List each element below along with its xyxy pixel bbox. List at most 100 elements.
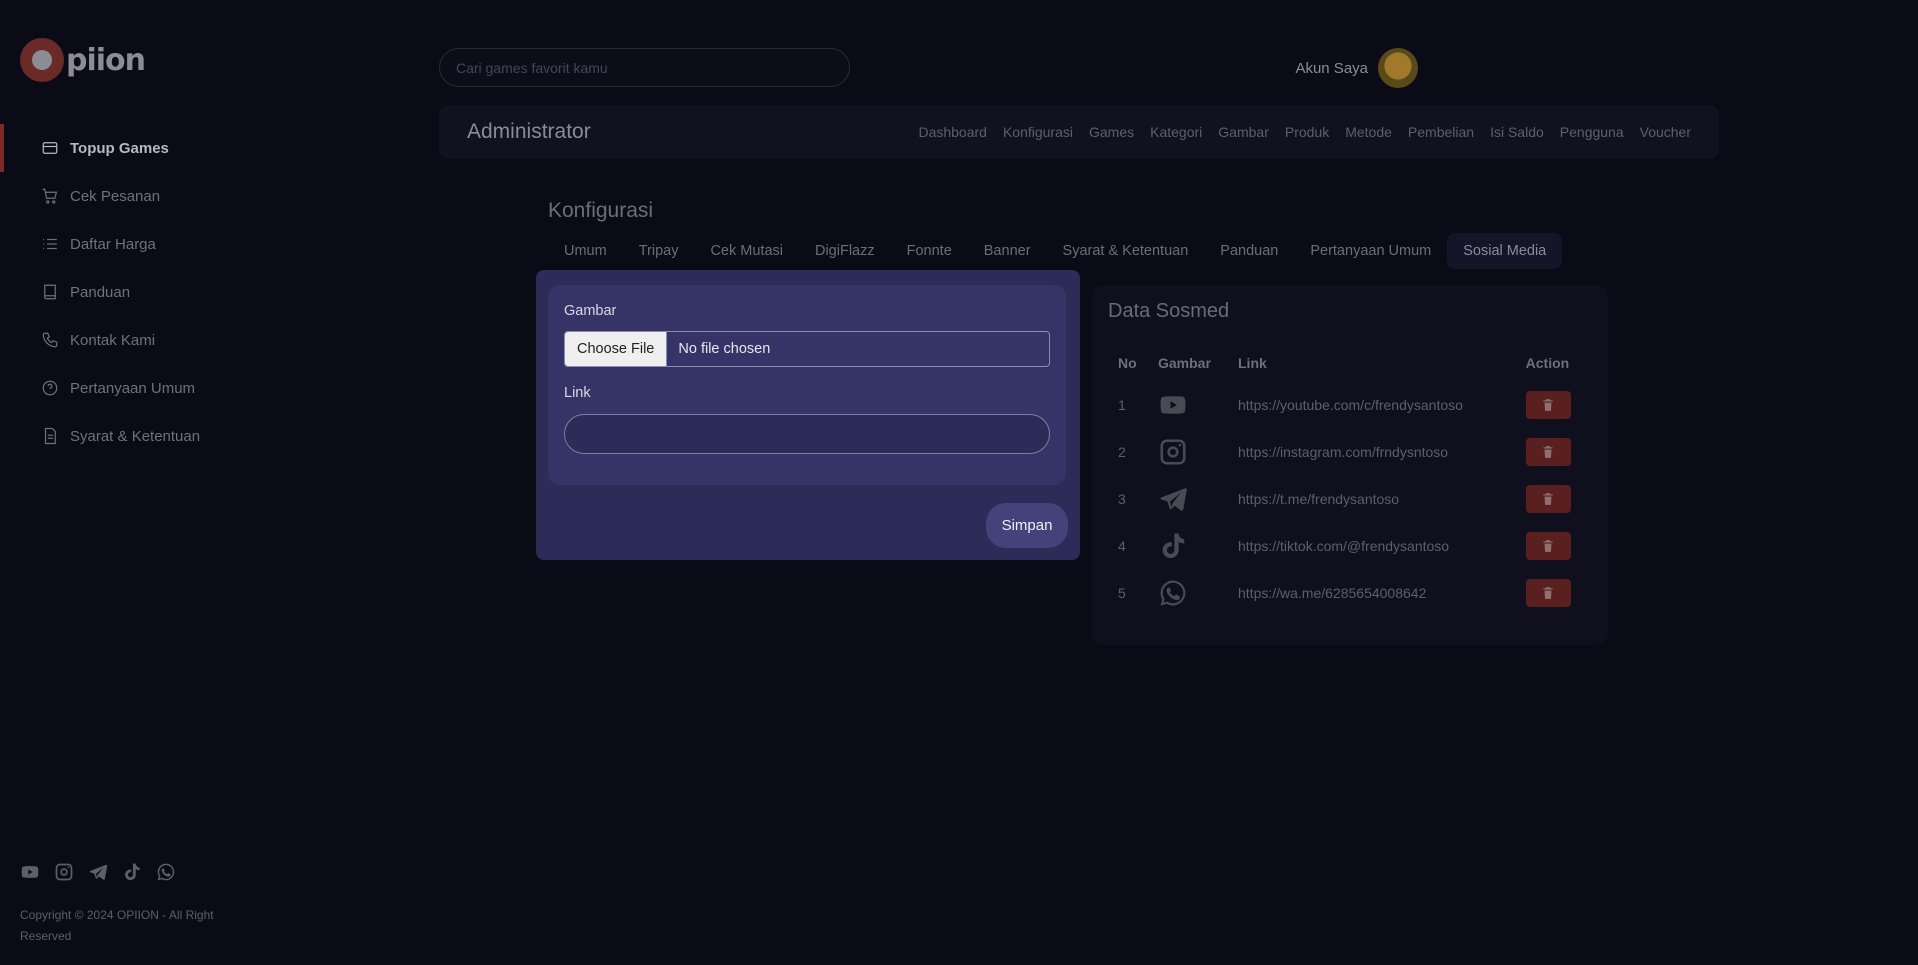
book-icon xyxy=(40,282,60,302)
delete-button[interactable] xyxy=(1525,484,1571,513)
row-image xyxy=(1148,428,1228,475)
row-link: https://youtube.com/c/frendysantoso xyxy=(1238,396,1463,413)
save-button[interactable]: Simpan xyxy=(986,503,1068,548)
row-link: https://t.me/frendysantoso xyxy=(1238,490,1400,507)
tab-cek-mutasi[interactable]: Cek Mutasi xyxy=(694,233,799,269)
tab-syarat-ketentuan[interactable]: Syarat & Ketentuan xyxy=(1047,233,1205,269)
trash-icon xyxy=(1541,445,1555,459)
sidebar-item-topup-games[interactable]: Topup Games xyxy=(0,124,260,172)
trash-icon xyxy=(1541,586,1555,600)
delete-button[interactable] xyxy=(1525,578,1571,607)
logo-icon xyxy=(20,38,64,82)
admin-link-isi-saldo[interactable]: Isi Saldo xyxy=(1490,124,1544,140)
whatsapp-icon[interactable] xyxy=(156,862,176,887)
youtube-icon[interactable] xyxy=(20,862,40,887)
admin-link-konfigurasi[interactable]: Konfigurasi xyxy=(1003,124,1073,140)
tab-fonnte[interactable]: Fonnte xyxy=(891,233,968,269)
brand-logo[interactable]: piion xyxy=(20,38,146,82)
sidebar-item-panduan[interactable]: Panduan xyxy=(0,268,260,316)
image-file-input[interactable]: Choose File No file chosen xyxy=(564,331,1050,367)
sidebar-item-label: Panduan xyxy=(70,283,131,301)
table-header-row: No Gambar Link Action xyxy=(1108,345,1592,381)
admin-link-pembelian[interactable]: Pembelian xyxy=(1408,124,1474,140)
row-link: https://wa.me/6285654008642 xyxy=(1238,584,1427,601)
copyright-text: Copyright © 2024 OPIION - All Right Rese… xyxy=(20,908,214,943)
tab-tripay[interactable]: Tripay xyxy=(623,233,695,269)
table-row: 5 https://wa.me/6285654008642 xyxy=(1108,569,1592,616)
tab-banner[interactable]: Banner xyxy=(968,233,1047,269)
tab-sosial-media[interactable]: Sosial Media xyxy=(1447,233,1563,269)
sidebar-item-label: Kontak Kami xyxy=(70,331,156,349)
row-number: 4 xyxy=(1118,537,1126,554)
sidebar-item-label: Pertanyaan Umum xyxy=(70,379,196,397)
sidebar-item-pertanyaan-umum[interactable]: Pertanyaan Umum xyxy=(0,364,260,412)
column-header-action: Action xyxy=(1525,355,1570,371)
tiktok-icon[interactable] xyxy=(122,862,142,887)
sidebar-item-cek-pesanan[interactable]: Cek Pesanan xyxy=(0,172,260,220)
sidebar-item-syarat-ketentuan[interactable]: Syarat & Ketentuan xyxy=(0,412,260,460)
admin-header: Administrator Dashboard Konfigurasi Game… xyxy=(439,105,1719,159)
admin-link-produk[interactable]: Produk xyxy=(1285,124,1329,140)
table-row: 4 https://tiktok.com/@frendysantoso xyxy=(1108,522,1592,569)
logo-text: piion xyxy=(66,42,146,78)
table-row: 3 https://t.me/frendysantoso xyxy=(1108,475,1592,522)
admin-link-pengguna[interactable]: Pengguna xyxy=(1560,124,1624,140)
sidebar-item-label: Syarat & Ketentuan xyxy=(70,427,201,445)
tab-digiflazz[interactable]: DigiFlazz xyxy=(799,233,891,269)
tab-pertanyaan-umum[interactable]: Pertanyaan Umum xyxy=(1294,233,1447,269)
tab-umum[interactable]: Umum xyxy=(548,233,623,269)
row-number: 2 xyxy=(1118,443,1126,460)
delete-button[interactable] xyxy=(1525,437,1571,466)
sidebar: piion Topup Games Cek Pesanan Daftar Har… xyxy=(0,0,260,965)
search-input[interactable] xyxy=(439,48,850,87)
admin-link-voucher[interactable]: Voucher xyxy=(1640,124,1691,140)
form-card: Gambar Choose File No file chosen Link xyxy=(548,285,1066,485)
row-image xyxy=(1148,475,1228,522)
sosmed-table: No Gambar Link Action 1 https://youtube.… xyxy=(1108,345,1592,616)
row-image xyxy=(1148,569,1228,616)
link-label: Link xyxy=(564,385,591,401)
delete-button[interactable] xyxy=(1525,390,1571,419)
admin-link-metode[interactable]: Metode xyxy=(1345,124,1392,140)
admin-link-games[interactable]: Games xyxy=(1089,124,1134,140)
table-row: 1 https://youtube.com/c/frendysantoso xyxy=(1108,381,1592,428)
admin-link-gambar[interactable]: Gambar xyxy=(1218,124,1269,140)
sidebar-item-label: Daftar Harga xyxy=(70,235,156,253)
page-title: Konfigurasi xyxy=(548,199,654,222)
instagram-icon[interactable] xyxy=(54,862,74,887)
youtube-icon xyxy=(1158,390,1188,420)
row-number: 1 xyxy=(1118,396,1126,413)
document-icon xyxy=(40,426,60,446)
row-number: 5 xyxy=(1118,584,1126,601)
sidebar-nav: Topup Games Cek Pesanan Daftar Harga Pan… xyxy=(0,124,260,460)
account-menu[interactable]: Akun Saya xyxy=(1295,48,1418,88)
phone-icon xyxy=(40,330,60,350)
column-header-gambar: Gambar xyxy=(1158,355,1211,371)
sidebar-item-kontak-kami[interactable]: Kontak Kami xyxy=(0,316,260,364)
row-image xyxy=(1148,381,1228,428)
tiktok-icon xyxy=(1158,531,1188,561)
trash-icon xyxy=(1541,539,1555,553)
table-row: 2 https://instagram.com/frndysntoso xyxy=(1108,428,1592,475)
delete-button[interactable] xyxy=(1525,531,1571,560)
sidebar-item-label: Cek Pesanan xyxy=(70,187,161,205)
choose-file-button[interactable]: Choose File xyxy=(565,332,668,366)
image-label: Gambar xyxy=(564,303,617,319)
telegram-icon[interactable] xyxy=(88,862,108,887)
whatsapp-icon xyxy=(1158,578,1188,608)
admin-link-dashboard[interactable]: Dashboard xyxy=(918,124,987,140)
admin-nav: Dashboard Konfigurasi Games Kategori Gam… xyxy=(918,124,1691,140)
admin-link-kategori[interactable]: Kategori xyxy=(1150,124,1202,140)
sidebar-item-daftar-harga[interactable]: Daftar Harga xyxy=(0,220,260,268)
tab-panduan[interactable]: Panduan xyxy=(1204,233,1294,269)
sidebar-item-label: Topup Games xyxy=(70,139,169,157)
column-header-no: No xyxy=(1118,355,1137,371)
column-header-link: Link xyxy=(1238,355,1267,371)
footer-social-links xyxy=(20,862,176,887)
row-link: https://tiktok.com/@frendysantoso xyxy=(1238,537,1450,554)
list-icon xyxy=(40,234,60,254)
add-sosmed-modal: Gambar Choose File No file chosen Link S… xyxy=(536,270,1080,560)
link-input[interactable] xyxy=(564,414,1050,454)
admin-title: Administrator xyxy=(467,120,591,143)
sosmed-data-card: Data Sosmed No Gambar Link Action 1 http… xyxy=(1092,285,1608,645)
